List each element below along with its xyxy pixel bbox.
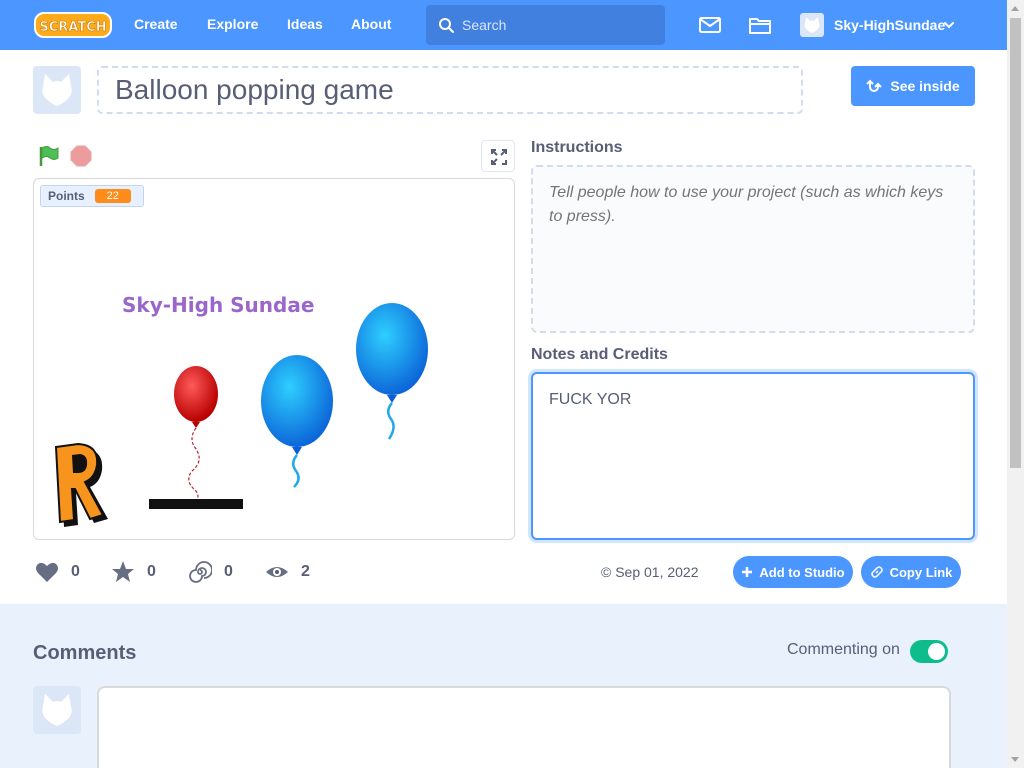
green-flag-icon[interactable]: [37, 144, 61, 168]
nav-ideas-link[interactable]: Ideas: [287, 16, 323, 32]
comments-heading: Comments: [33, 642, 137, 664]
copy-link-label: Copy Link: [889, 564, 953, 580]
scroll-up-arrow[interactable]: [1011, 6, 1019, 11]
nav-explore-link[interactable]: Explore: [207, 16, 258, 32]
eye-icon: [266, 567, 288, 577]
monitor-label: Points: [48, 189, 85, 203]
remix-spiral-icon: [189, 561, 212, 583]
svg-text:SCRATCH: SCRATCH: [39, 20, 106, 35]
red-balloon-sprite[interactable]: [174, 366, 218, 502]
search-icon: [439, 18, 454, 33]
scroll-down-arrow[interactable]: [1011, 757, 1019, 762]
fullscreen-icon: [491, 149, 507, 165]
remix-count: 0: [224, 563, 233, 580]
commenting-toggle-label: Commenting on: [787, 641, 900, 658]
see-inside-label: See inside: [890, 78, 960, 94]
instructions-field[interactable]: [531, 165, 975, 333]
stage-black-bar: [149, 499, 243, 509]
notes-field[interactable]: FUCK YOR: [531, 372, 975, 540]
favorite-count: 0: [147, 563, 156, 580]
search-bar: [426, 5, 665, 45]
stage-username-text: Sky-High Sundae: [122, 293, 315, 317]
love-count: 0: [71, 563, 80, 580]
comment-input[interactable]: [97, 686, 951, 768]
letter-r-sprite[interactable]: [54, 442, 108, 527]
commenting-toggle[interactable]: [910, 640, 948, 663]
project-author-avatar[interactable]: [33, 66, 81, 114]
user-avatar[interactable]: [800, 13, 824, 37]
see-inside-button[interactable]: See inside: [851, 66, 975, 106]
page-scrollbar[interactable]: [1007, 0, 1024, 768]
view-stat: 2: [265, 559, 310, 585]
chevron-down-icon[interactable]: [942, 18, 956, 32]
love-stat[interactable]: 0: [35, 559, 80, 585]
scroll-thumb[interactable]: [1010, 18, 1021, 468]
instructions-heading: Instructions: [531, 139, 623, 156]
stop-icon[interactable]: [70, 145, 92, 167]
plus-icon: [742, 567, 753, 577]
add-to-studio-button[interactable]: Add to Studio: [733, 556, 853, 588]
remix-stat: 0: [188, 559, 233, 585]
scratch-logo[interactable]: SCRATCH: [34, 10, 112, 40]
nav-create-link[interactable]: Create: [134, 16, 178, 32]
commenter-avatar: [33, 686, 81, 734]
view-count: 2: [301, 563, 310, 580]
remix-icon: [866, 79, 883, 92]
link-icon: [870, 566, 883, 578]
fullscreen-button[interactable]: [481, 140, 515, 172]
notes-heading: Notes and Credits: [531, 346, 668, 363]
heart-icon: [36, 562, 58, 582]
top-navigation-bar: SCRATCH Create Explore Ideas About Sky-H…: [0, 0, 1007, 50]
stage-sprites: [54, 303, 428, 527]
blue-balloon-sprite[interactable]: [261, 355, 333, 488]
shared-date: © Sep 01, 2022: [601, 564, 699, 580]
my-stuff-folder-icon[interactable]: [748, 13, 772, 37]
search-input[interactable]: [462, 5, 657, 45]
project-stage[interactable]: Points 22 Sky-High Sundae: [33, 178, 515, 540]
favorite-stat[interactable]: 0: [111, 559, 156, 585]
toggle-knob: [928, 643, 945, 660]
star-icon: [112, 561, 134, 582]
add-to-studio-label: Add to Studio: [759, 564, 845, 580]
messages-icon[interactable]: [698, 13, 722, 37]
project-title-input[interactable]: [97, 66, 803, 114]
monitor-value: 22: [94, 189, 131, 203]
username-label[interactable]: Sky-HighSundae: [834, 17, 945, 33]
blue-balloon-sprite[interactable]: [356, 303, 428, 440]
copy-link-button[interactable]: Copy Link: [861, 556, 961, 588]
nav-about-link[interactable]: About: [351, 16, 391, 32]
variable-monitor: Points 22: [40, 185, 144, 207]
